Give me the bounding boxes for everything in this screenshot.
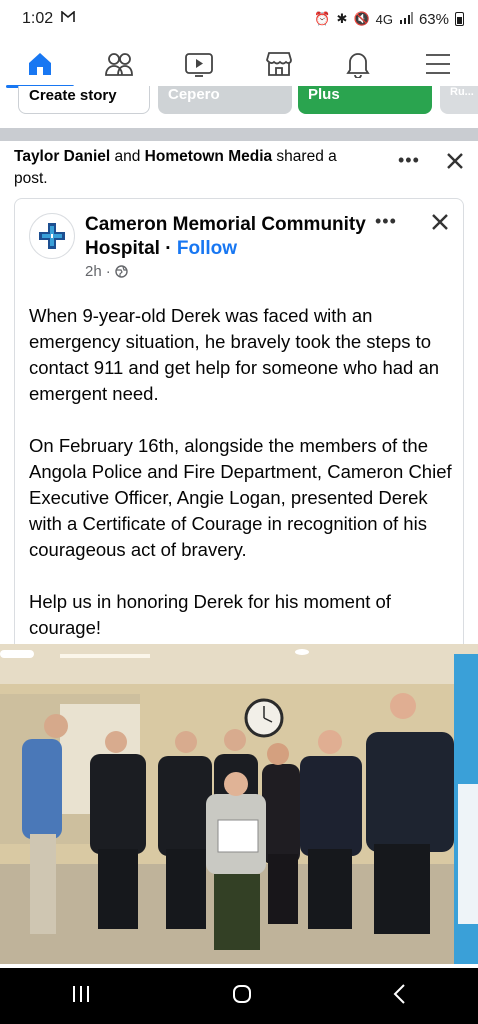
- top-nav: [0, 38, 478, 90]
- back-icon[interactable]: [392, 983, 408, 1010]
- create-story-card[interactable]: Create story: [18, 86, 150, 114]
- hamburger-icon: [426, 54, 451, 74]
- hospital-logo-icon: [39, 223, 65, 249]
- mute-icon: 🔇: [353, 11, 370, 26]
- home-icon: [28, 53, 51, 75]
- follow-button[interactable]: Follow: [177, 238, 237, 259]
- battery-percent: 63%: [418, 10, 449, 28]
- close-icon[interactable]: [446, 152, 464, 175]
- post-meta: 2h ·: [85, 263, 128, 280]
- gmail-m-icon: [61, 10, 75, 28]
- battery-icon: [455, 12, 464, 26]
- nav-menu[interactable]: [408, 38, 468, 90]
- page-name: Cameron Memorial Community Hospital · Fo…: [85, 213, 385, 261]
- friends-icon: [105, 53, 134, 76]
- post-photo[interactable]: [0, 644, 478, 964]
- alarm-icon: ⏰: [314, 11, 331, 26]
- story-label: Ru...: [450, 86, 474, 98]
- nav-notifications[interactable]: [328, 38, 388, 90]
- share-header: Taylor Daniel and Hometown Media shared …: [14, 146, 354, 190]
- bluetooth-icon: ✱: [336, 11, 348, 26]
- story-card[interactable]: Cepero: [158, 86, 292, 114]
- story-label: Plus: [308, 86, 340, 103]
- story-card[interactable]: Plus: [298, 86, 432, 114]
- name-separator: ·: [159, 238, 177, 259]
- post-paragraph: Help us in honoring Derek for his moment…: [29, 591, 391, 638]
- group-photo-image: [0, 644, 478, 964]
- post-time[interactable]: 2h: [85, 263, 102, 280]
- story-label: Cepero: [168, 86, 220, 103]
- stories-strip: Create story Cepero Plus Ru...: [0, 86, 478, 116]
- nav-friends[interactable]: [89, 38, 149, 90]
- video-icon: [185, 53, 214, 77]
- nav-home[interactable]: [5, 38, 74, 90]
- status-time: 1:02: [22, 10, 54, 27]
- system-nav-bar: [0, 968, 478, 1024]
- create-story-label: Create story: [29, 87, 117, 104]
- post-paragraph: When 9-year-old Derek was faced with an …: [29, 305, 440, 404]
- more-options-icon[interactable]: •••: [398, 150, 420, 171]
- meta-dot: ·: [105, 263, 111, 280]
- post-paragraph: On February 16th, alongside the members …: [29, 435, 452, 560]
- home-button-icon[interactable]: [231, 983, 253, 1010]
- sharer-name[interactable]: Hometown Media: [145, 148, 272, 165]
- sharer-name[interactable]: Taylor Daniel: [14, 148, 110, 165]
- share-conj: and: [110, 148, 145, 165]
- nav-marketplace[interactable]: [249, 38, 309, 90]
- page-avatar[interactable]: [29, 213, 75, 259]
- nav-watch[interactable]: [169, 38, 229, 90]
- story-card[interactable]: Ru...: [440, 86, 478, 114]
- feed-divider: [0, 128, 478, 141]
- globe-icon: [114, 265, 128, 278]
- recent-apps-icon[interactable]: [70, 984, 92, 1009]
- more-options-icon[interactable]: •••: [375, 211, 397, 232]
- network-label: 4G: [375, 11, 393, 27]
- post-card: Cameron Memorial Community Hospital · Fo…: [14, 198, 464, 658]
- signal-icon: [399, 11, 413, 27]
- store-icon: [265, 52, 292, 76]
- post-text: When 9-year-old Derek was faced with an …: [29, 303, 459, 667]
- bell-icon: [346, 53, 371, 78]
- close-icon[interactable]: [431, 213, 449, 236]
- status-bar: 1:02 ⏰ ✱ 🔇 4G 63%: [0, 0, 478, 38]
